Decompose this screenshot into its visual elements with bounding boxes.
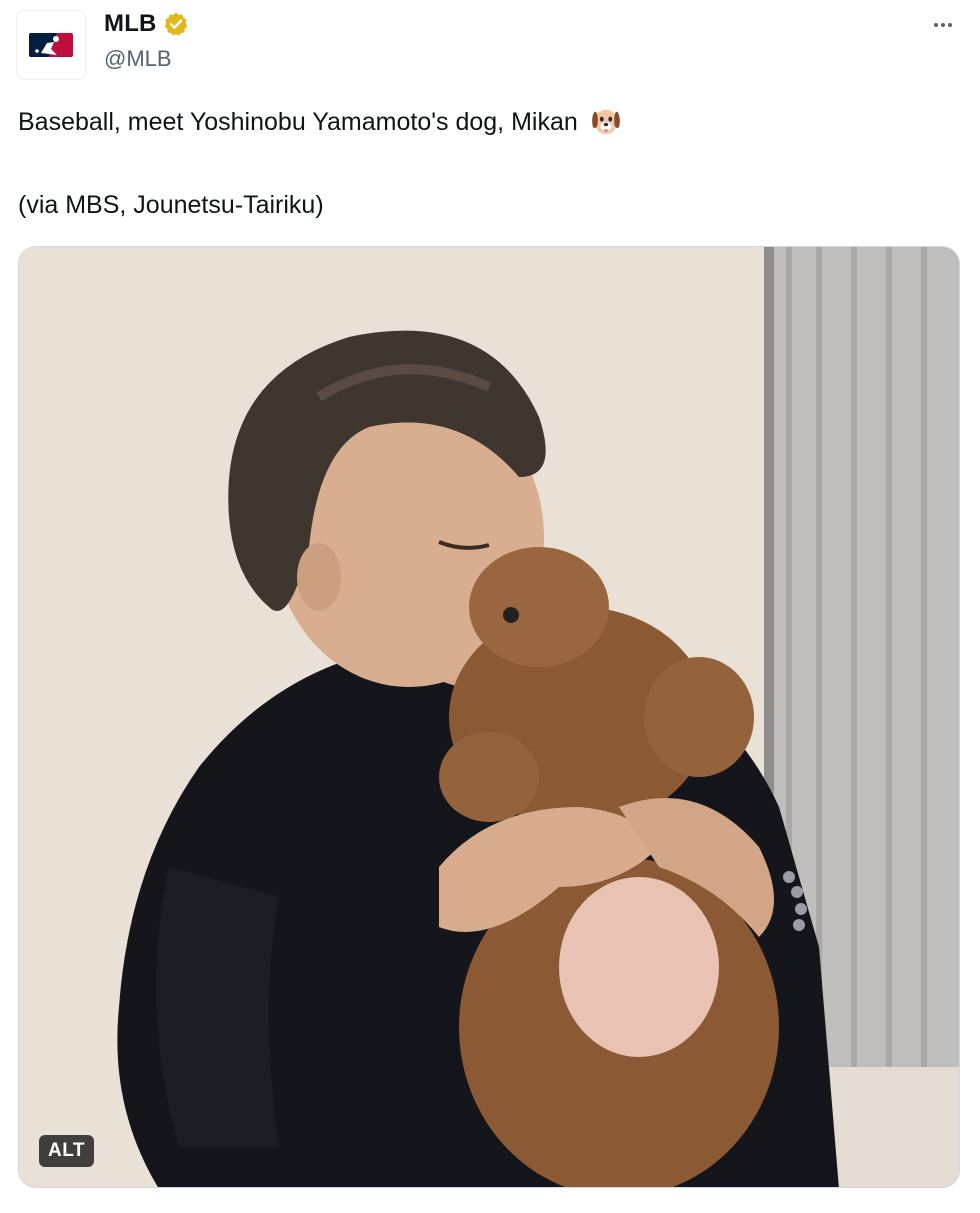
more-options-button[interactable] [928,12,958,38]
author-avatar[interactable] [16,10,86,80]
more-dot [941,23,945,27]
post-text: Baseball, meet Yoshinobu Yamamoto's dog,… [18,104,958,224]
photo-illustration [19,247,959,1187]
dog-face-emoji-icon [591,109,620,135]
author-handle[interactable]: @MLB [104,46,172,72]
author-display-name[interactable]: MLB [104,10,157,38]
post-media-photo[interactable]: ALT [18,246,960,1188]
more-dot [934,23,938,27]
post-text-line-2: (via MBS, Jounetsu-Tairiku) [18,191,324,219]
mlb-logo-icon [27,31,75,59]
post-text-line-1: Baseball, meet Yoshinobu Yamamoto's dog,… [18,104,958,141]
author-name-row: MLB [104,10,189,38]
post-header: MLB @MLB [0,0,980,90]
post-text-main: Baseball, meet Yoshinobu Yamamoto's dog,… [18,108,578,136]
more-dot [948,23,952,27]
verified-badge-icon[interactable] [163,11,189,37]
alt-text-badge[interactable]: ALT [39,1135,95,1167]
